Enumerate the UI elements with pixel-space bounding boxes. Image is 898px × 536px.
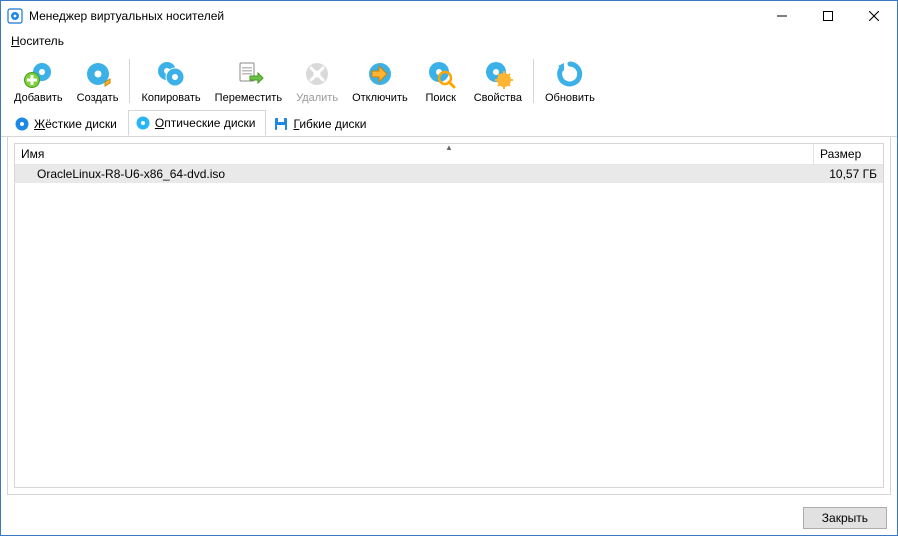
tab-hard-disks[interactable]: Жёсткие диски (7, 110, 128, 136)
refresh-label: Обновить (545, 92, 595, 104)
add-icon (22, 58, 54, 90)
release-icon (364, 58, 396, 90)
remove-label: Удалить (296, 92, 338, 104)
optical-disk-icon (135, 115, 151, 131)
hard-disk-icon (14, 116, 30, 132)
tab-optical-disks[interactable]: Оптические диски (128, 110, 267, 136)
toolbar: Добавить Создать Копировать Переместить (1, 51, 897, 109)
create-label: Создать (77, 92, 119, 104)
table-row[interactable]: OracleLinux-R8-U6-x86_64-dvd.iso 10,57 Г… (15, 165, 883, 183)
remove-button[interactable]: Удалить (289, 55, 345, 107)
properties-button[interactable]: Свойства (467, 55, 529, 107)
row-name: OracleLinux-R8-U6-x86_64-dvd.iso (15, 166, 813, 182)
media-table: ▲ Имя Размер OracleLinux-R8-U6-x86_64-dv… (14, 143, 884, 488)
copy-label: Копировать (141, 92, 200, 104)
copy-button[interactable]: Копировать (134, 55, 207, 107)
move-label: Переместить (215, 92, 282, 104)
release-button[interactable]: Отключить (345, 55, 415, 107)
add-label: Добавить (14, 92, 63, 104)
maximize-icon (823, 11, 833, 21)
create-button[interactable]: Создать (70, 55, 126, 107)
row-size: 10,57 ГБ (813, 166, 883, 182)
close-icon (869, 11, 879, 21)
search-button[interactable]: Поиск (415, 55, 467, 107)
create-icon (82, 58, 114, 90)
copy-icon (155, 58, 187, 90)
minimize-icon (777, 11, 787, 21)
window-title: Менеджер виртуальных носителей (29, 9, 759, 23)
menu-medium[interactable]: Носитель (7, 32, 68, 50)
move-button[interactable]: Переместить (208, 55, 289, 107)
minimize-button[interactable] (759, 1, 805, 31)
column-header-size[interactable]: Размер (813, 144, 883, 164)
move-icon (232, 58, 264, 90)
toolbar-separator (129, 59, 130, 103)
remove-icon (301, 58, 333, 90)
toolbar-separator (533, 59, 534, 103)
close-window-button[interactable] (851, 1, 897, 31)
app-icon (7, 8, 23, 24)
sort-indicator-icon: ▲ (445, 143, 453, 152)
content-frame: ▲ Имя Размер OracleLinux-R8-U6-x86_64-dv… (7, 136, 891, 495)
floppy-disk-icon (273, 116, 289, 132)
close-button[interactable]: Закрыть (803, 507, 887, 529)
add-button[interactable]: Добавить (7, 55, 70, 107)
tab-floppy-disks[interactable]: Гибкие диски (266, 110, 377, 136)
properties-icon (482, 58, 514, 90)
maximize-button[interactable] (805, 1, 851, 31)
search-label: Поиск (425, 92, 455, 104)
refresh-button[interactable]: Обновить (538, 55, 602, 107)
refresh-icon (554, 58, 586, 90)
search-icon (425, 58, 457, 90)
column-header-name[interactable]: Имя (15, 144, 813, 164)
release-label: Отключить (352, 92, 408, 104)
properties-label: Свойства (474, 92, 522, 104)
